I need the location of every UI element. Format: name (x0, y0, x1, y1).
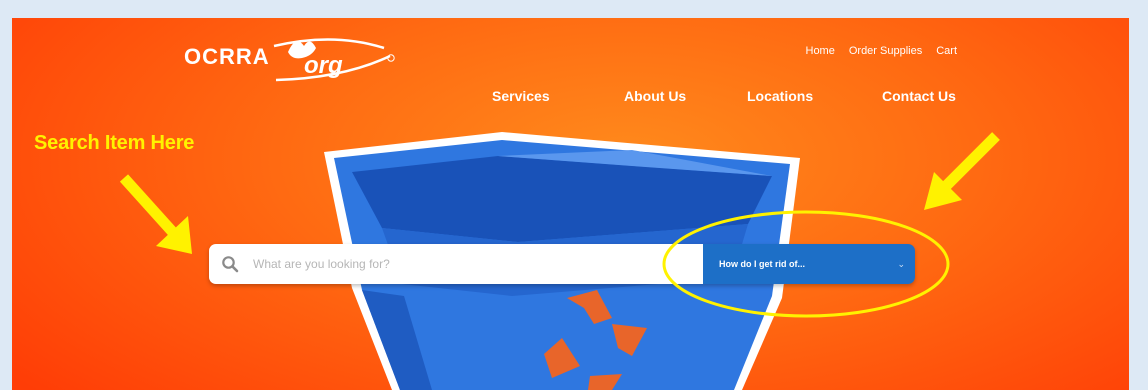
nav-item-about-us[interactable]: About Us (624, 88, 686, 104)
search-icon[interactable] (221, 255, 239, 273)
ocrra-logo[interactable]: OCRRA org (184, 30, 404, 92)
logo-org-text: org (304, 52, 343, 79)
utility-nav: Home Order Supplies Cart (806, 45, 958, 57)
disposal-dropdown[interactable]: How do I get rid of... ⌄ (703, 244, 915, 284)
search-input[interactable] (251, 256, 635, 272)
dropdown-selected-label: How do I get rid of... (719, 259, 805, 269)
annotation-label: Search Item Here (34, 132, 195, 154)
logo-ocrra-text: OCRRA (184, 44, 270, 69)
search-input-wrapper[interactable] (209, 244, 703, 284)
nav-link-order-supplies[interactable]: Order Supplies (849, 45, 922, 57)
nav-link-cart[interactable]: Cart (936, 45, 957, 57)
arrow-icon (119, 174, 192, 254)
arrow-icon (924, 132, 1000, 210)
nav-link-home[interactable]: Home (806, 45, 835, 57)
nav-item-contact-us[interactable]: Contact Us (882, 88, 956, 104)
nav-item-services[interactable]: Services (492, 88, 550, 104)
chevron-down-icon[interactable]: ⌄ (897, 259, 905, 270)
nav-item-locations[interactable]: Locations (747, 88, 813, 104)
search-bar: How do I get rid of... ⌄ (209, 244, 915, 284)
hero-banner: OCRRA org Home Order Supplies Cart Servi… (12, 18, 1129, 390)
